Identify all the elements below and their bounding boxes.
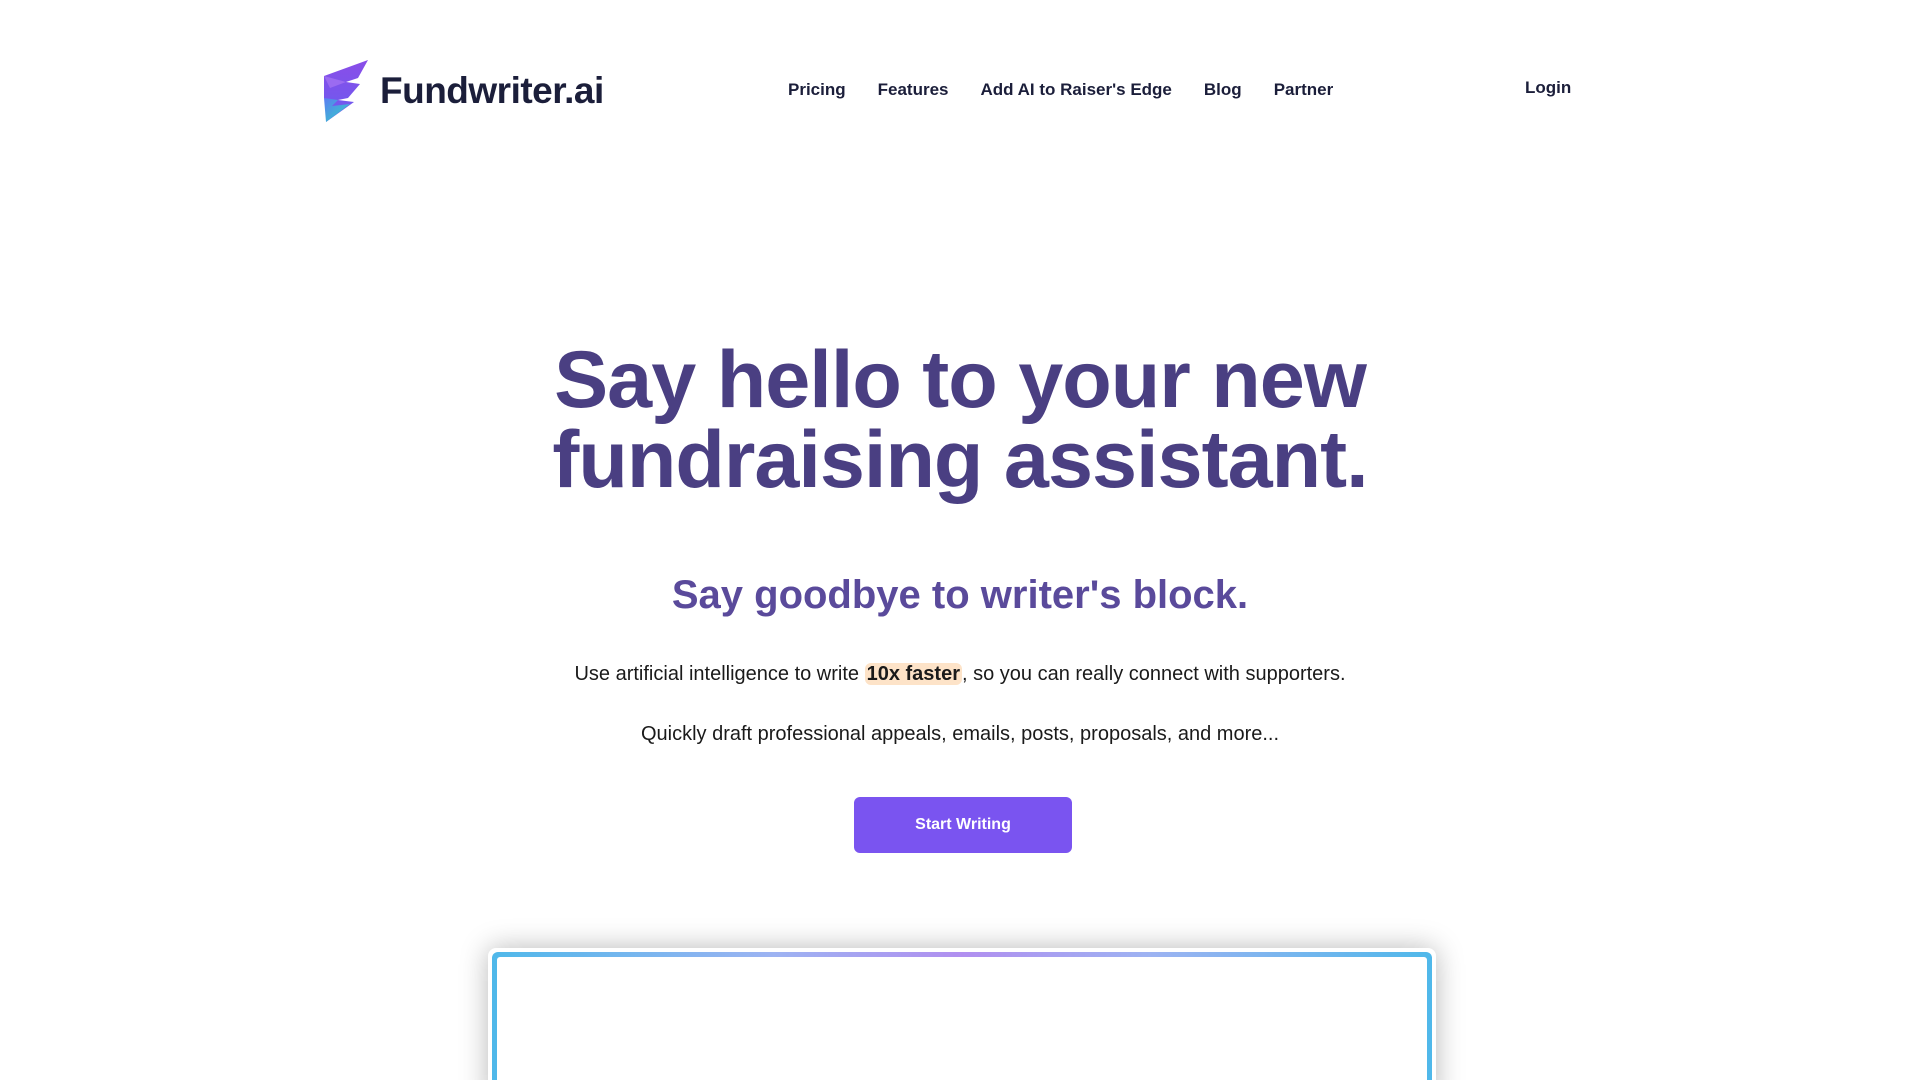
main-nav: Pricing Features Add AI to Raiser's Edge…	[788, 78, 1333, 102]
speed-highlight: 10x faster	[864, 663, 962, 685]
hero-title: Say hello to your new fundraising assist…	[0, 335, 1920, 505]
hero-subtitle: Say goodbye to writer's block.	[671, 573, 1249, 617]
nav-item-blog[interactable]: Blog	[1204, 80, 1242, 100]
nav-item-features[interactable]: Features	[878, 80, 949, 100]
page: Fundwriter.ai Pricing Features Add AI to…	[0, 0, 1920, 1080]
start-writing-button[interactable]: Start Writing	[854, 797, 1072, 853]
hero-description-suffix: , so you can really connect with support…	[962, 663, 1346, 685]
product-preview-frame	[492, 952, 1432, 1080]
site-header: Fundwriter.ai Pricing Features Add AI to…	[0, 0, 1920, 180]
product-preview-content	[497, 957, 1427, 1080]
nav-item-pricing[interactable]: Pricing	[788, 80, 846, 100]
hero-description-prefix: Use artificial intelligence to write	[574, 663, 865, 685]
hero-description: Use artificial intelligence to write 10x…	[0, 660, 1920, 688]
hero-title-line-1: Say hello to your new	[554, 335, 1367, 425]
nav-item-partner[interactable]: Partner	[1274, 80, 1334, 100]
brand-name: Fundwriter.ai	[380, 70, 604, 111]
hero-title-line-2: fundraising assistant.	[552, 415, 1368, 505]
fundwriter-logo-icon	[324, 60, 368, 122]
nav-item-raisers-edge[interactable]: Add AI to Raiser's Edge	[981, 80, 1172, 100]
logo-link[interactable]: Fundwriter.ai	[320, 56, 604, 126]
hero-features-line: Quickly draft professional appeals, emai…	[640, 723, 1280, 745]
login-link[interactable]: Login	[1525, 78, 1571, 98]
